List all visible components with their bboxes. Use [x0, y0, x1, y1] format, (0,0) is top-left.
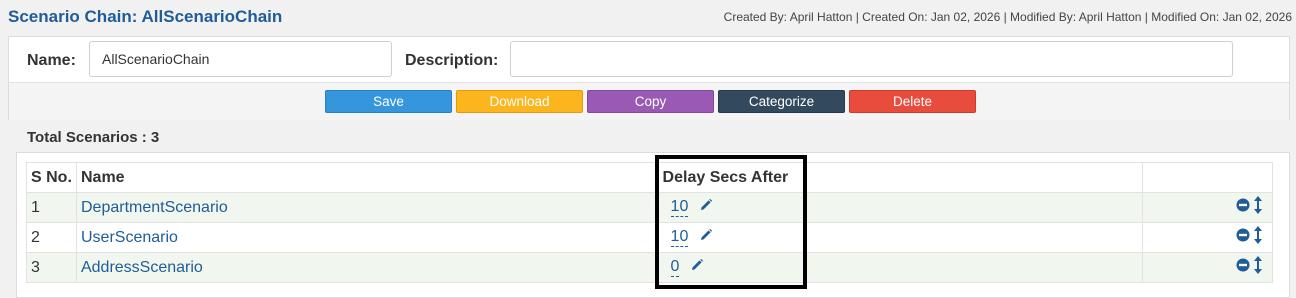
pencil-icon[interactable] [699, 198, 713, 217]
column-header-actions [1142, 162, 1273, 193]
table-header-row: S No. Name Delay Secs After [26, 162, 1273, 193]
audit-info: Created By: April Hatton | Created On: J… [723, 10, 1292, 24]
categorize-button[interactable]: Categorize [718, 90, 845, 113]
vertical-arrows-icon[interactable] [1254, 196, 1262, 219]
minus-circle-icon[interactable] [1236, 198, 1250, 217]
row-sno: 1 [26, 192, 77, 223]
page-header: Scenario Chain: AllScenarioChain Created… [0, 0, 1296, 34]
row-delay-cell: 10 [657, 192, 1144, 223]
scenario-chain-form: Name: Description: Save Download Copy Ca… [8, 36, 1290, 120]
scenarios-table-panel: S No. Name Delay Secs After 1 Department… [16, 152, 1290, 298]
row-delay-cell: 10 [657, 222, 1144, 253]
copy-button[interactable]: Copy [587, 90, 714, 113]
download-button[interactable]: Download [456, 90, 583, 113]
action-button-bar: Save Download Copy Categorize Delete [9, 83, 1289, 120]
pencil-icon[interactable] [690, 258, 704, 277]
row-name-cell: AddressScenario [75, 252, 659, 283]
delete-button[interactable]: Delete [849, 90, 976, 113]
description-label: Description: [405, 52, 499, 69]
minus-circle-icon[interactable] [1236, 258, 1250, 277]
row-name-cell: DepartmentScenario [75, 192, 659, 223]
vertical-arrows-icon[interactable] [1254, 256, 1262, 279]
form-fields-row: Name: Description: [9, 37, 1289, 83]
row-name-cell: UserScenario [75, 222, 659, 253]
row-delay-cell: 0 [657, 252, 1144, 283]
scenario-link[interactable]: DepartmentScenario [81, 199, 228, 216]
row-actions-cell [1142, 222, 1273, 253]
delay-value[interactable]: 0 [670, 258, 680, 278]
name-input[interactable] [89, 41, 392, 77]
column-header-name: Name [75, 162, 659, 193]
table-row: 1 DepartmentScenario 10 [26, 192, 1273, 223]
save-button[interactable]: Save [325, 90, 452, 113]
scenario-link[interactable]: UserScenario [81, 229, 178, 246]
row-actions-cell [1142, 192, 1273, 223]
vertical-arrows-icon[interactable] [1254, 226, 1262, 249]
column-header-delay: Delay Secs After [657, 162, 1144, 193]
description-input[interactable] [510, 41, 1233, 77]
delay-value[interactable]: 10 [670, 228, 689, 248]
page-title: Scenario Chain: AllScenarioChain [8, 7, 283, 26]
total-scenarios-label: Total Scenarios : 3 [27, 129, 160, 146]
table-row: 3 AddressScenario 0 [26, 252, 1273, 283]
delay-value[interactable]: 10 [670, 198, 689, 218]
scenario-link[interactable]: AddressScenario [81, 259, 203, 276]
table-row: 2 UserScenario 10 [26, 222, 1273, 253]
row-sno: 2 [26, 222, 77, 253]
row-actions-cell [1142, 252, 1273, 283]
column-header-sno: S No. [26, 162, 77, 193]
minus-circle-icon[interactable] [1236, 228, 1250, 247]
name-label: Name: [27, 52, 76, 69]
pencil-icon[interactable] [699, 228, 713, 247]
row-sno: 3 [26, 252, 77, 283]
scenarios-table: S No. Name Delay Secs After 1 Department… [26, 162, 1273, 283]
